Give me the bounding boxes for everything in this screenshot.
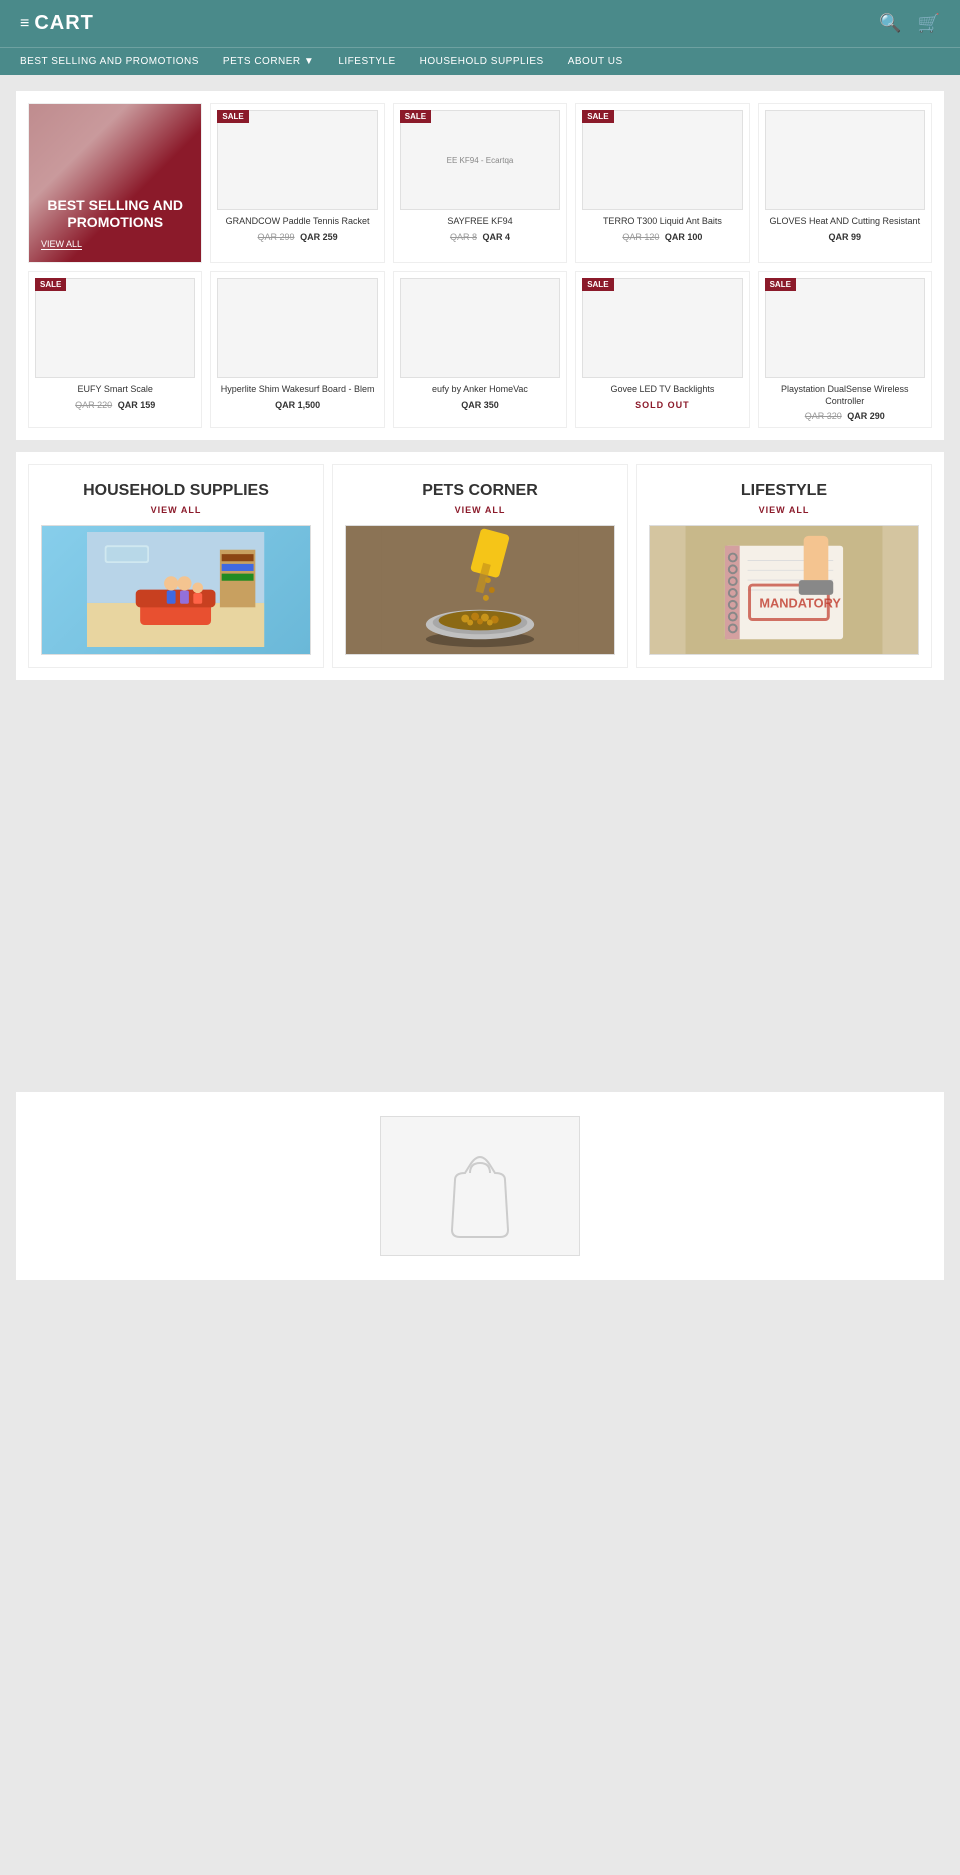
pets-svg: [346, 526, 614, 654]
product-gloves[interactable]: GLOVES Heat AND Cutting Resistant QAR 99: [758, 103, 932, 263]
original-price: QAR 220: [75, 400, 112, 410]
bottom-product-section: [16, 1092, 944, 1280]
product-image: [400, 278, 560, 378]
main-content: BEST SELLING AND PROMOTIONS VIEW ALL SAL…: [0, 75, 960, 1308]
menu-icon: ≡: [20, 15, 30, 33]
hero-view-all[interactable]: VIEW ALL: [41, 239, 82, 250]
cart-icon[interactable]: 🛒: [918, 13, 940, 34]
product-name: GRANDCOW Paddle Tennis Racket: [217, 216, 377, 228]
sold-out-label: SOLD OUT: [635, 400, 690, 410]
logo[interactable]: ≡ CART: [20, 12, 94, 35]
original-price: QAR 120: [622, 232, 659, 242]
product-prices: QAR 220 QAR 159: [35, 400, 195, 410]
logo-text: CART: [34, 12, 94, 35]
product-prices: QAR 99: [765, 232, 925, 242]
hero-title: BEST SELLING AND PROMOTIONS: [41, 197, 189, 231]
sale-price: QAR 100: [665, 232, 703, 242]
product-dualsense[interactable]: SALE Playstation DualSense Wireless Cont…: [758, 271, 932, 428]
main-nav: BEST SELLING AND PROMOTIONS PETS CORNER …: [0, 47, 960, 75]
nav-lifestyle[interactable]: LIFESTYLE: [338, 56, 395, 67]
sale-badge: SALE: [582, 278, 613, 291]
product-image: [582, 110, 742, 210]
hero-banner[interactable]: BEST SELLING AND PROMOTIONS VIEW ALL: [28, 103, 202, 263]
bottom-product-image: [380, 1116, 580, 1256]
site-header: ≡ CART 🔍 🛒: [0, 0, 960, 47]
sale-badge: SALE: [582, 110, 613, 123]
product-prices: QAR 120 QAR 100: [582, 232, 742, 242]
product-govee[interactable]: SALE Govee LED TV Backlights SOLD OUT: [575, 271, 749, 428]
lifestyle-image[interactable]: MANDATORY: [649, 525, 919, 655]
category-section: HOUSEHOLD SUPPLIES VIEW ALL: [16, 452, 944, 679]
sale-price: QAR 159: [118, 400, 156, 410]
sale-badge: SALE: [400, 110, 431, 123]
products-grid-row2: SALE EUFY Smart Scale QAR 220 QAR 159 Hy…: [28, 271, 932, 428]
sale-badge: SALE: [217, 110, 248, 123]
category-household: HOUSEHOLD SUPPLIES VIEW ALL: [28, 464, 324, 667]
product-name: EUFY Smart Scale: [35, 384, 195, 396]
category-lifestyle: LIFESTYLE VIEW ALL: [636, 464, 932, 667]
category-title: LIFESTYLE: [649, 481, 919, 500]
product-hyperlite[interactable]: Hyperlite Shim Wakesurf Board - Blem QAR…: [210, 271, 384, 428]
product-name: Govee LED TV Backlights: [582, 384, 742, 396]
sale-badge: SALE: [765, 278, 796, 291]
bag-svg: [440, 1145, 520, 1245]
sale-badge: SALE: [35, 278, 66, 291]
lifestyle-svg: MANDATORY: [650, 526, 918, 654]
product-badge-text: EE KF94 - Ecartqa: [447, 156, 514, 165]
household-svg: [55, 532, 296, 647]
product-image: [35, 278, 195, 378]
category-title: HOUSEHOLD SUPPLIES: [41, 481, 311, 500]
product-prices: QAR 320 QAR 290: [765, 411, 925, 421]
products-section: BEST SELLING AND PROMOTIONS VIEW ALL SAL…: [16, 91, 944, 440]
original-price: QAR 320: [805, 411, 842, 421]
nav-about[interactable]: ABOUT US: [568, 56, 623, 67]
product-grandcow[interactable]: SALE GRANDCOW Paddle Tennis Racket QAR 2…: [210, 103, 384, 263]
product-image: [217, 110, 377, 210]
product-terro[interactable]: SALE TERRO T300 Liquid Ant Baits QAR 120…: [575, 103, 749, 263]
product-prices: QAR 1,500: [217, 400, 377, 410]
pets-view-all[interactable]: VIEW ALL: [345, 505, 615, 515]
sale-price: QAR 4: [483, 232, 511, 242]
product-image: [765, 110, 925, 210]
header-actions: 🔍 🛒: [879, 13, 940, 34]
product-prices: QAR 299 QAR 259: [217, 232, 377, 242]
product-prices: SOLD OUT: [582, 400, 742, 410]
lifestyle-view-all[interactable]: VIEW ALL: [649, 505, 919, 515]
original-price: QAR 8: [450, 232, 477, 242]
search-icon[interactable]: 🔍: [879, 13, 901, 34]
product-name: SAYFREE KF94: [400, 216, 560, 228]
product-sayfree[interactable]: SALE EE KF94 - Ecartqa SAYFREE KF94 QAR …: [393, 103, 567, 263]
svg-text:MANDATORY: MANDATORY: [759, 595, 841, 610]
products-grid-row1: BEST SELLING AND PROMOTIONS VIEW ALL SAL…: [28, 103, 932, 263]
product-name: Playstation DualSense Wireless Controlle…: [765, 384, 925, 407]
product-eufy-scale[interactable]: SALE EUFY Smart Scale QAR 220 QAR 159: [28, 271, 202, 428]
price: QAR 99: [829, 232, 862, 242]
empty-area: [16, 692, 944, 1092]
product-name: GLOVES Heat AND Cutting Resistant: [765, 216, 925, 228]
category-grid: HOUSEHOLD SUPPLIES VIEW ALL: [28, 464, 932, 667]
product-name: eufy by Anker HomeVac: [400, 384, 560, 396]
pets-image[interactable]: [345, 525, 615, 655]
product-name: Hyperlite Shim Wakesurf Board - Blem: [217, 384, 377, 396]
product-image: EE KF94 - Ecartqa: [400, 110, 560, 210]
original-price: QAR 299: [258, 232, 295, 242]
sale-price: QAR 290: [847, 411, 885, 421]
product-name: TERRO T300 Liquid Ant Baits: [582, 216, 742, 228]
product-prices: QAR 8 QAR 4: [400, 232, 560, 242]
product-image: [217, 278, 377, 378]
nav-household[interactable]: HOUSEHOLD SUPPLIES: [420, 56, 544, 67]
price: QAR 1,500: [275, 400, 320, 410]
product-homevac[interactable]: eufy by Anker HomeVac QAR 350: [393, 271, 567, 428]
category-title: PETS CORNER: [345, 481, 615, 500]
product-prices: QAR 350: [400, 400, 560, 410]
product-image: [582, 278, 742, 378]
nav-pets-corner[interactable]: PETS CORNER ▼: [223, 56, 314, 67]
category-pets: PETS CORNER VIEW ALL: [332, 464, 628, 667]
price: QAR 350: [461, 400, 499, 410]
household-image[interactable]: [41, 525, 311, 655]
nav-best-selling[interactable]: BEST SELLING AND PROMOTIONS: [20, 56, 199, 67]
household-view-all[interactable]: VIEW ALL: [41, 505, 311, 515]
product-image: [765, 278, 925, 378]
sale-price: QAR 259: [300, 232, 338, 242]
